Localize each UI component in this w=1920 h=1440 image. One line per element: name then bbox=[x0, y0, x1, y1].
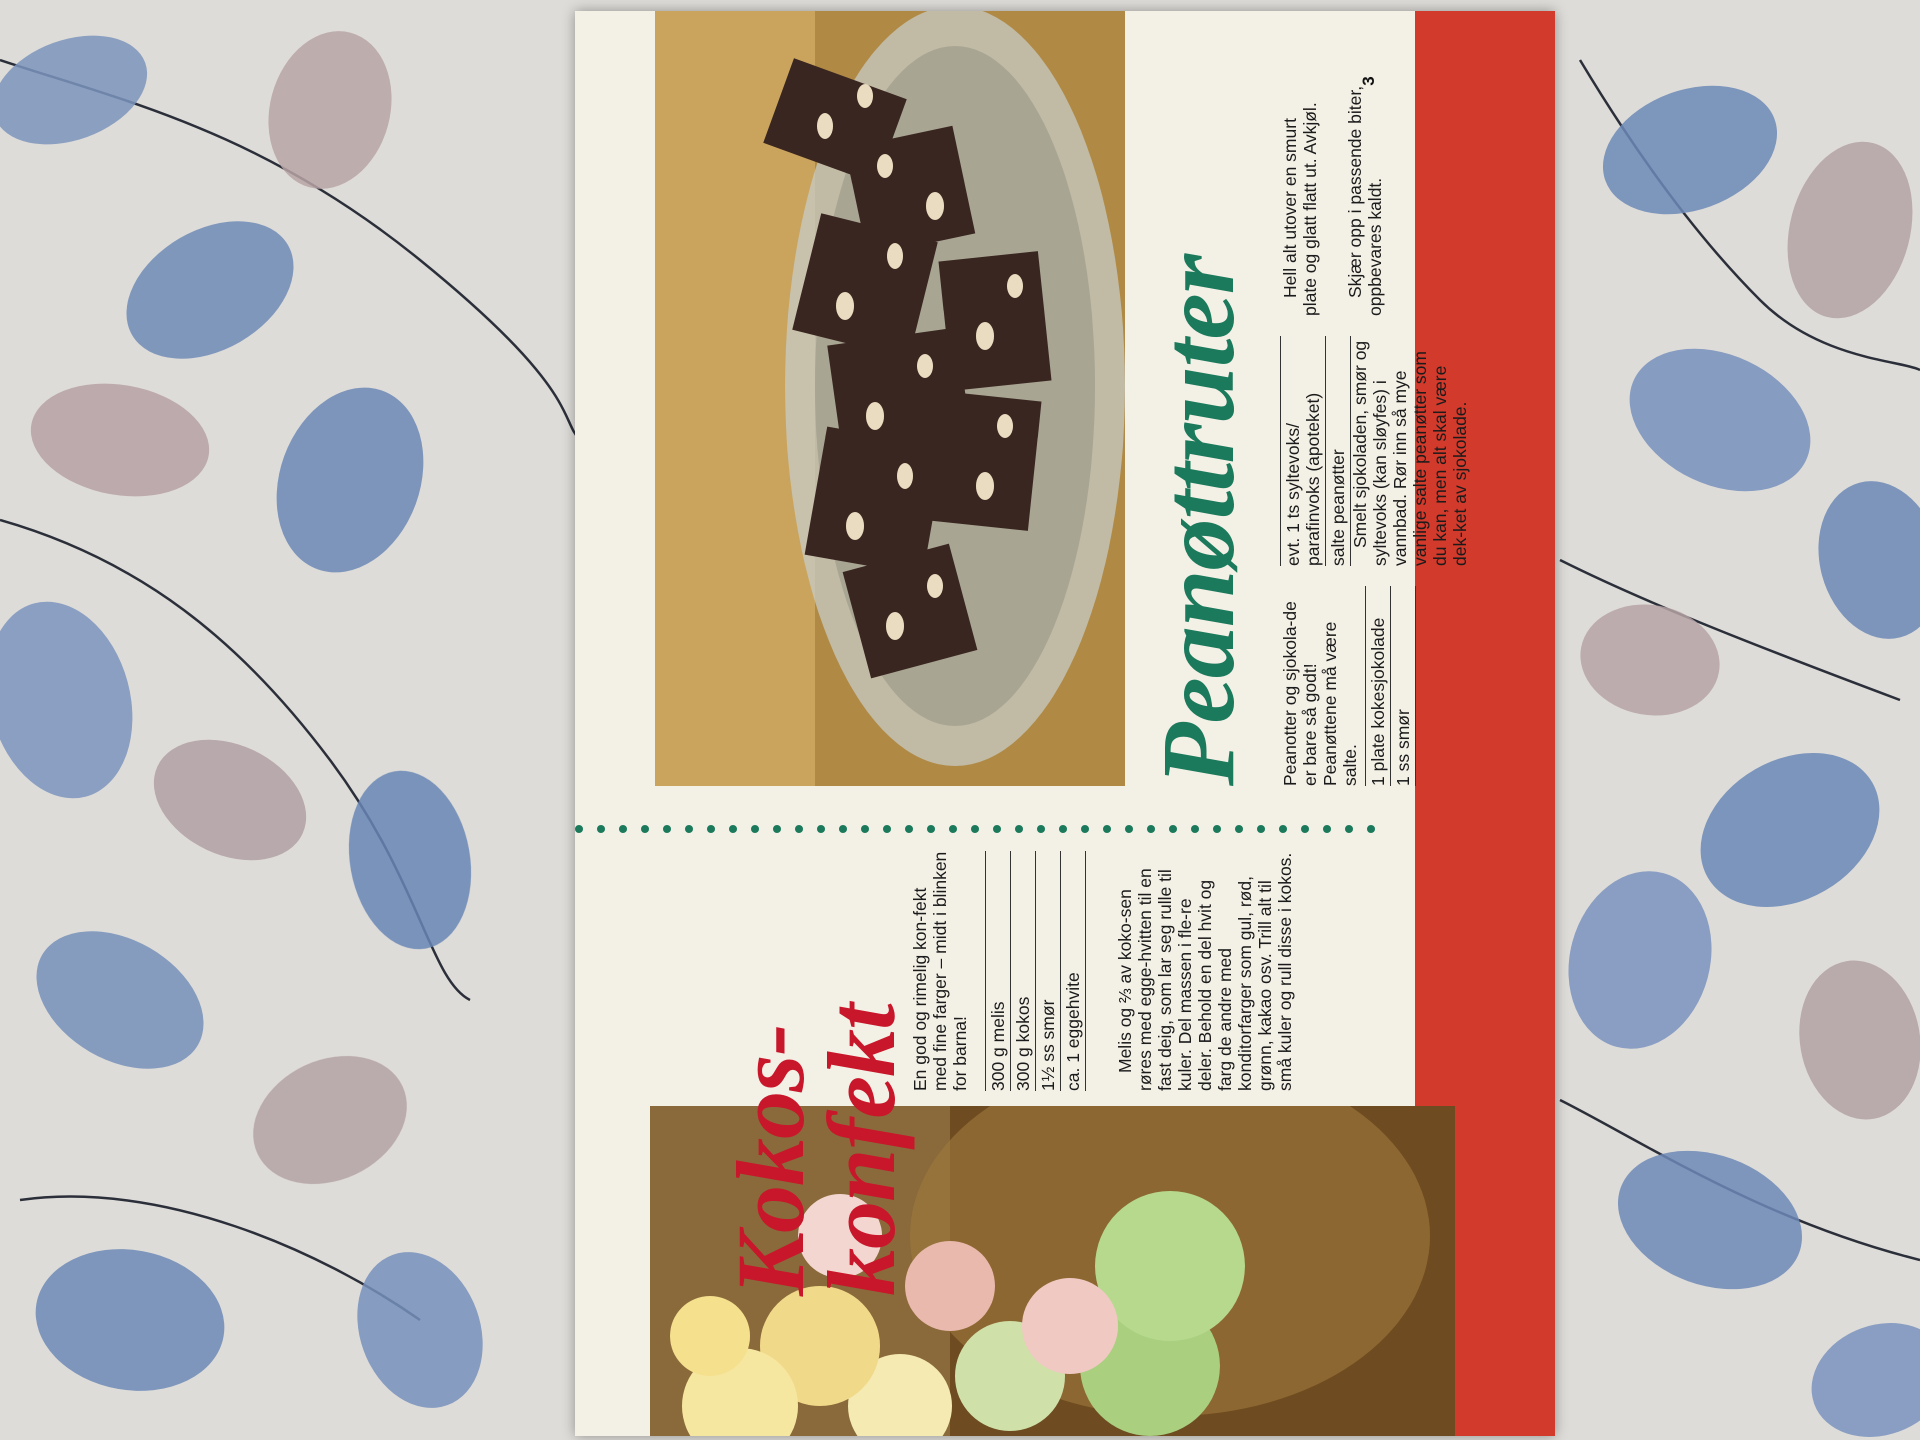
ingredient-item: 1 plate kokesjokolade bbox=[1365, 586, 1391, 786]
ingredient-item: ca. 1 eggehvite bbox=[1061, 851, 1086, 1091]
ingredient-item: evt. 1 ts syltevoks/ parafinvoks (apotek… bbox=[1280, 336, 1326, 566]
ingredient-item: 1½ ss smør bbox=[1036, 851, 1061, 1091]
kokos-method: Melis og ⅔ av koko-sen røres med egge-hv… bbox=[1115, 852, 1295, 1091]
kokos-ingredients: 300 g melis 300 g kokos 1½ ss smør ca. 1… bbox=[985, 851, 1086, 1091]
ingredient-item: 1 ss smør bbox=[1391, 586, 1416, 786]
peanut-title: Peanøttruter bbox=[1141, 254, 1256, 786]
magazine-spread: 3 Kokos- konfekt En god og rimelig kon-f… bbox=[575, 11, 1555, 1436]
ingredient-item: 300 g melis bbox=[985, 851, 1011, 1091]
peanut-intro: Peanotter og sjokola-de er bare så godt!… bbox=[1280, 601, 1360, 786]
peanut-method-3: Skjær opp i passende biter, oppbevares k… bbox=[1345, 85, 1385, 316]
peanut-chocolate-photo bbox=[655, 11, 1125, 786]
peanut-ingredients-b: evt. 1 ts syltevoks/ parafinvoks (apotek… bbox=[1280, 336, 1351, 566]
peanut-ingredients-a: 1 plate kokesjokolade 1 ss smør bbox=[1365, 586, 1416, 786]
dotted-fold-line bbox=[575, 822, 1395, 836]
ingredient-item: salte peanøtter bbox=[1326, 336, 1351, 566]
kokos-title-line2: konfekt bbox=[808, 1004, 916, 1296]
kokos-intro: En god og rimelig kon-fekt med fine farg… bbox=[910, 851, 970, 1091]
peanut-method-1: Smelt sjokoladen, smør og syltevoks (kan… bbox=[1350, 340, 1470, 566]
peanut-method-2: Hell alt utover en smurt plate og glatt … bbox=[1280, 102, 1320, 316]
kokos-title: Kokos- konfekt bbox=[717, 696, 915, 1296]
ingredient-item: 300 g kokos bbox=[1011, 851, 1036, 1091]
